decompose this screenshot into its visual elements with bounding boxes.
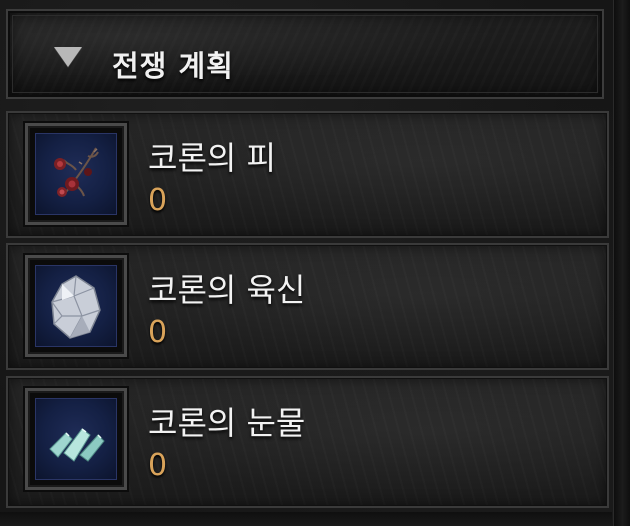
header-title: 전쟁 계획 [112,49,234,83]
item-count: 0 [148,448,168,483]
item-icon-frame [25,255,127,357]
item-count: 0 [148,183,168,218]
list-item-flesh[interactable]: 코론의 육신 0 [6,243,609,370]
panel-bottom-edge [0,512,612,526]
collapsible-header[interactable]: 전쟁 계획 [6,9,604,99]
item-name: 코론의 육신 [148,271,306,309]
item-name: 코론의 눈물 [148,404,306,442]
crystal-shards-icon [35,398,117,480]
item-icon-frame [25,123,127,225]
list-item-tears[interactable]: 코론의 눈물 0 [6,376,609,508]
item-name: 코론의 피 [148,139,276,177]
list-item-blood[interactable]: 코론의 피 0 [6,111,609,238]
item-icon-frame [25,388,127,490]
crystal-rock-icon [35,265,117,347]
thorny-roses-icon [35,133,117,215]
inventory-panel: 전쟁 계획 코론의 피 0 코론의 육신 0 코론의 눈물 0 [0,0,630,526]
scrollbar-track[interactable] [613,0,630,526]
item-count: 0 [148,315,168,350]
triangle-down-icon[interactable] [54,47,82,67]
